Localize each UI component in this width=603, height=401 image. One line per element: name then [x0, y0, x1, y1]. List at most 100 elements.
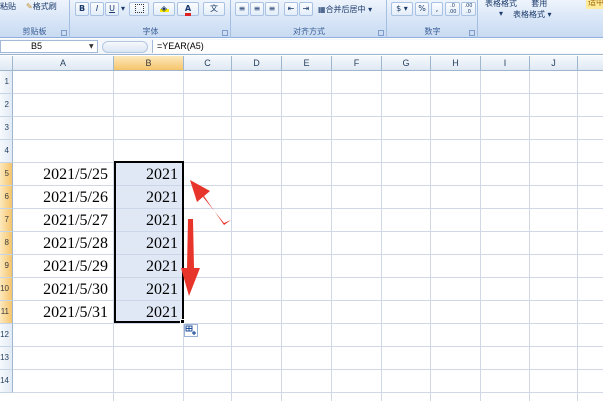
column-header-g[interactable]: G	[382, 56, 431, 71]
row-header-11[interactable]: 11	[0, 301, 13, 324]
select-all-corner[interactable]	[0, 56, 13, 71]
row-header-4[interactable]: 4	[0, 140, 13, 163]
row-header-2[interactable]: 2	[0, 94, 13, 117]
conditional-format-button[interactable]: 表格格式	[485, 0, 517, 9]
cell-b8[interactable]: 2021	[114, 232, 184, 255]
borders-button[interactable]	[129, 2, 149, 16]
alignment-group-label: 对齐方式	[293, 27, 325, 36]
align-right-button[interactable]: ≡	[265, 2, 279, 16]
grid-vline	[577, 71, 578, 401]
font-group: B I U ▾ ◈ A 文 字体	[71, 0, 231, 38]
cell-b9[interactable]: 2021	[114, 255, 184, 278]
cell-a5[interactable]: 2021/5/25	[13, 163, 114, 186]
name-box-dropdown-icon[interactable]: ▼	[89, 43, 94, 50]
grid-hline	[13, 392, 603, 393]
italic-button[interactable]: I	[90, 2, 104, 16]
insert-function-button[interactable]	[102, 41, 148, 53]
column-header-b[interactable]: B	[114, 56, 184, 71]
decrease-indent-icon: ⇤	[287, 4, 295, 13]
chevron-down-icon: ▾	[365, 5, 373, 14]
align-left-button[interactable]: ≡	[235, 2, 249, 16]
clipboard-group-label: 剪贴板	[22, 27, 47, 36]
format-painter-button[interactable]: ✎格式刷	[26, 1, 57, 12]
comma-button[interactable]: ,	[431, 2, 443, 16]
cell-a7[interactable]: 2021/5/27	[13, 209, 114, 232]
underline-button[interactable]: U	[105, 2, 119, 16]
chevron-down-icon[interactable]: ▾	[499, 9, 503, 18]
cell-a11[interactable]: 2021/5/31	[13, 301, 114, 324]
paste-button[interactable]: 粘贴	[0, 1, 16, 12]
row-header-6[interactable]: 6	[0, 186, 13, 209]
merge-cells-icon: ▦	[318, 5, 326, 14]
cell-b10[interactable]: 2021	[114, 278, 184, 301]
cell-b11[interactable]: 2021	[114, 301, 184, 324]
alignment-dialog-launcher[interactable]	[378, 30, 384, 36]
row-header-8[interactable]: 8	[0, 232, 13, 255]
align-center-icon: ≡	[253, 4, 261, 13]
cell-b5[interactable]: 2021	[114, 163, 184, 186]
bold-button[interactable]: B	[75, 2, 89, 16]
autofill-options-icon[interactable]	[184, 324, 198, 337]
currency-button[interactable]: $ ▾	[391, 2, 413, 16]
cell-b7[interactable]: 2021	[114, 209, 184, 232]
formula-input[interactable]: =YEAR(A5)	[152, 40, 603, 53]
row-header-12[interactable]: 12	[0, 324, 13, 347]
column-header-a[interactable]: A	[13, 56, 114, 71]
column-header-d[interactable]: D	[232, 56, 282, 71]
underline-dropdown-icon[interactable]: ▾	[121, 4, 125, 13]
grid-hline	[13, 369, 603, 370]
grid-hline	[13, 346, 603, 347]
clipboard-group: 粘贴 ✎格式刷 剪贴板	[0, 0, 70, 38]
grid-vline	[331, 71, 332, 401]
grid-vline	[281, 71, 282, 401]
column-header-h[interactable]: H	[431, 56, 481, 71]
ribbon: 粘贴 ✎格式刷 剪贴板 B I U ▾ ◈ A 文 字体 ≡ ≡ ≡ ⇤ ⇥ ▦…	[0, 0, 603, 38]
row-header-3[interactable]: 3	[0, 117, 13, 140]
column-header-j[interactable]: J	[530, 56, 578, 71]
percent-button[interactable]: %	[415, 2, 429, 16]
row-header-1[interactable]: 1	[0, 71, 13, 94]
font-dialog-launcher[interactable]	[222, 30, 228, 36]
font-group-label: 字体	[142, 27, 159, 36]
cell-b6[interactable]: 2021	[114, 186, 184, 209]
row-header-7[interactable]: 7	[0, 209, 13, 232]
column-header-i[interactable]: I	[481, 56, 530, 71]
worksheet-grid: ABCDEFGHIJK 1234567891011121314 2021/5/2…	[0, 56, 603, 401]
column-header-e[interactable]: E	[282, 56, 332, 71]
cell-a10[interactable]: 2021/5/30	[13, 278, 114, 301]
grid-hline	[13, 93, 603, 94]
cell-a8[interactable]: 2021/5/28	[13, 232, 114, 255]
column-header-k[interactable]: K	[578, 56, 603, 71]
number-dialog-launcher[interactable]	[469, 30, 475, 36]
grid-vline	[381, 71, 382, 401]
row-header-13[interactable]: 13	[0, 347, 13, 370]
name-box[interactable]: B5	[0, 40, 98, 53]
column-header-f[interactable]: F	[332, 56, 382, 71]
red-arrow-icon	[190, 180, 231, 225]
row-header-9[interactable]: 9	[0, 255, 13, 278]
number-group-label: 数字	[424, 27, 441, 36]
increase-decimal-button[interactable]: .0 .00	[445, 2, 460, 16]
font-color-icon: A	[184, 4, 192, 16]
grid-hline	[13, 139, 603, 140]
phonetic-button[interactable]: 文	[203, 2, 225, 16]
number-group: $ ▾ % , .0 .00 .00 .0 数字	[388, 0, 478, 38]
decrease-indent-button[interactable]: ⇤	[284, 2, 298, 16]
cell-a6[interactable]: 2021/5/26	[13, 186, 114, 209]
align-center-button[interactable]: ≡	[250, 2, 264, 16]
fill-color-button[interactable]: ◈	[153, 2, 175, 16]
clipboard-dialog-launcher[interactable]	[61, 30, 67, 36]
merge-center-button[interactable]: ▦合并后居中 ▾	[318, 4, 372, 15]
row-header-14[interactable]: 14	[0, 370, 13, 393]
apply-table-format-button[interactable]: 套用 表格格式 ▾	[513, 0, 552, 20]
cell-style-neutral[interactable]: 适中	[586, 0, 603, 9]
row-header-10[interactable]: 10	[0, 278, 13, 301]
column-header-c[interactable]: C	[184, 56, 232, 71]
increase-indent-button[interactable]: ⇥	[299, 2, 313, 16]
cell-a9[interactable]: 2021/5/29	[13, 255, 114, 278]
row-header-5[interactable]: 5	[0, 163, 13, 186]
decrease-decimal-button[interactable]: .00 .0	[461, 2, 476, 16]
styles-group: 表格格式 ▾ 套用 表格格式 ▾ 适中	[479, 0, 603, 38]
increase-indent-icon: ⇥	[302, 4, 310, 13]
font-color-button[interactable]: A	[177, 2, 199, 16]
